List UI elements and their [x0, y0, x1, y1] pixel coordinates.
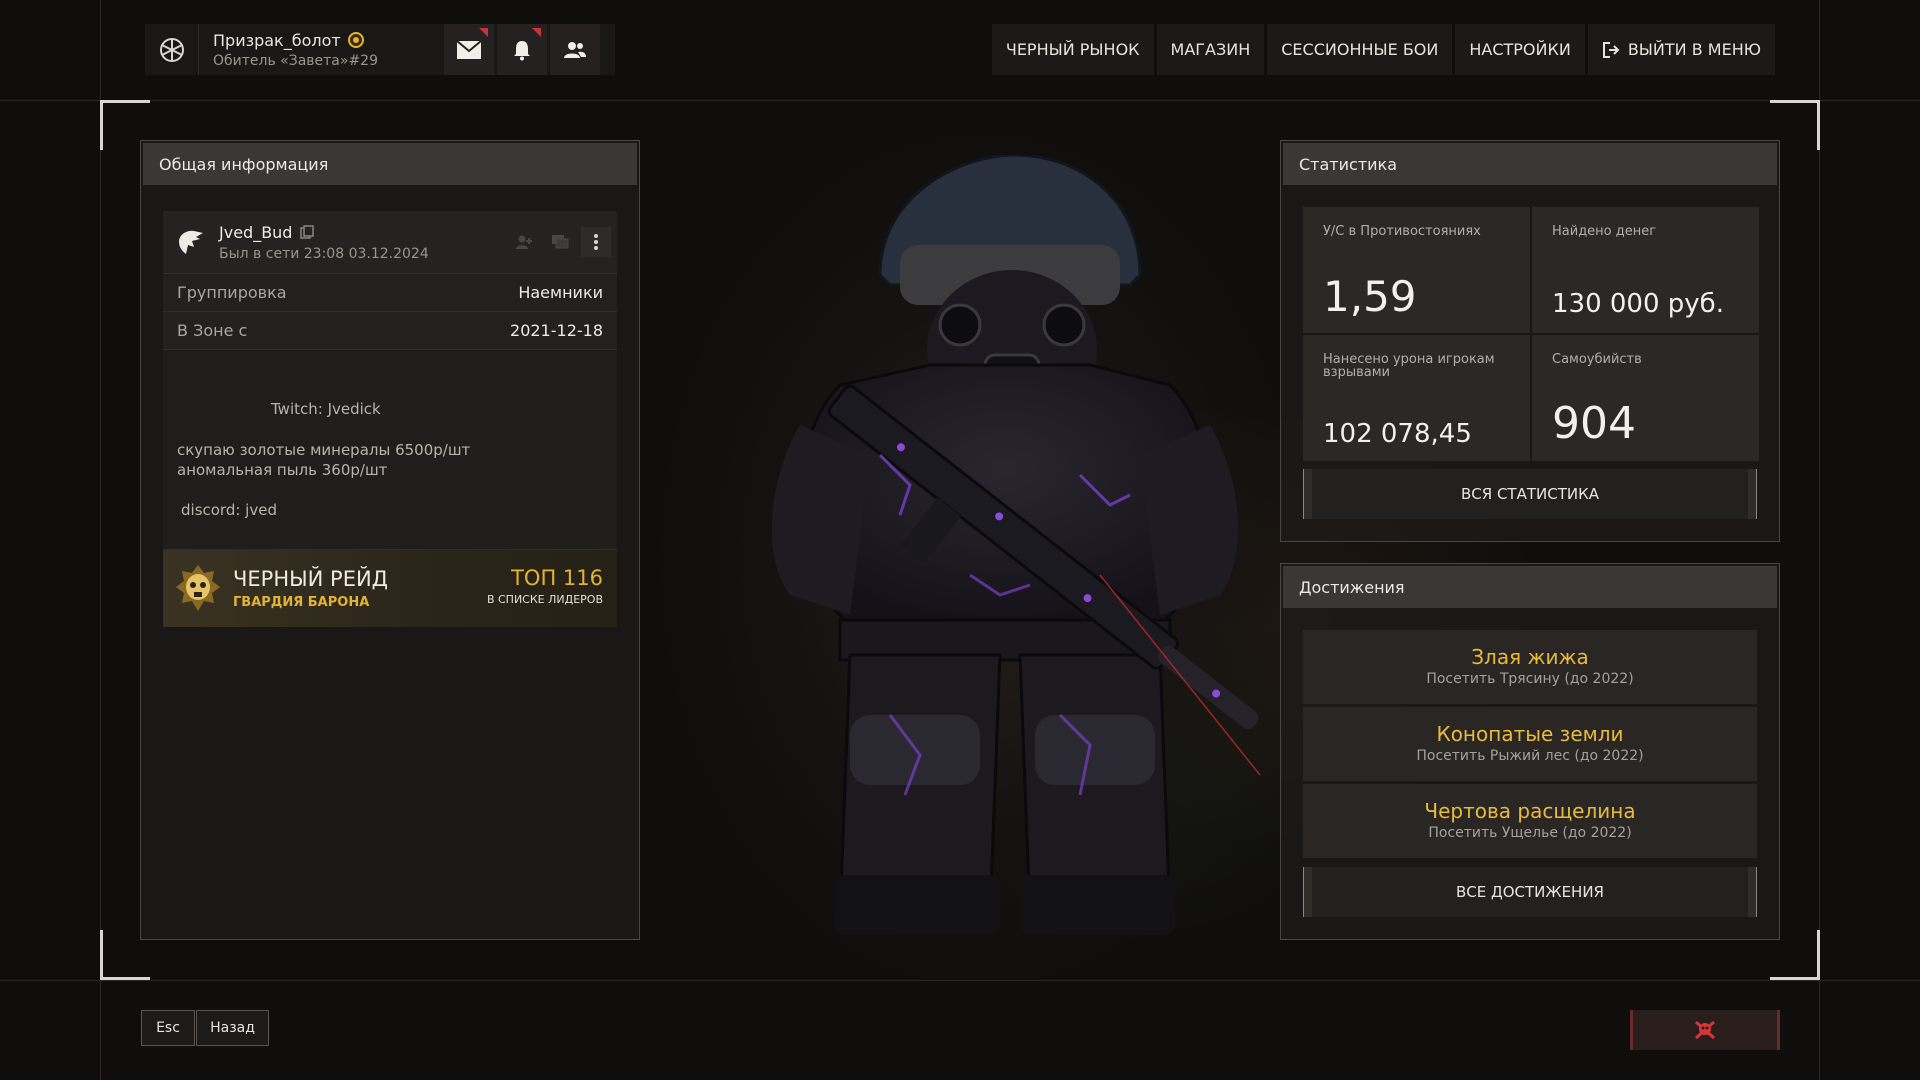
bell-icon	[514, 40, 530, 60]
nav-shop[interactable]: МАГАЗИН	[1156, 24, 1265, 75]
faction-emblem-icon	[163, 211, 219, 273]
nav-exit-label: ВЫЙТИ В МЕНЮ	[1627, 40, 1761, 59]
character-model[interactable]	[730, 155, 1290, 965]
last-seen: Был в сети 23:08 03.12.2024	[219, 245, 429, 262]
username-row: Jved_Bud	[219, 223, 509, 242]
friends-icon	[564, 41, 586, 58]
stat-money-cell: Найдено денег 130 000 руб.	[1532, 207, 1759, 333]
stat-explosion-damage-cell: Нанесено урона игрокам взрывами 102 078,…	[1303, 335, 1530, 461]
stat-suicides-label: Самоубийств	[1552, 352, 1642, 367]
statistics-title: Статистика	[1283, 143, 1777, 185]
frame-left-line	[100, 0, 101, 1080]
add-friend-icon	[516, 235, 532, 249]
stat-suicides-cell: Самоубийств 904	[1532, 335, 1759, 461]
quit-game-button[interactable]	[1630, 1010, 1780, 1050]
statistics-grid: У/С в Противостояниях 1,59 Найдено денег…	[1303, 207, 1759, 461]
faction-label: Группировка	[177, 283, 287, 302]
raid-title: ЧЕРНЫЙ РЕЙД	[233, 567, 389, 591]
nav-black-market[interactable]: ЧЕРНЫЙ РЫНОК	[991, 24, 1154, 75]
username: Jved_Bud	[219, 222, 293, 242]
achievement-item[interactable]: Злая жижа Посетить Трясину (до 2022)	[1303, 630, 1757, 704]
all-achievements-button[interactable]: ВСЕ ДОСТИЖЕНИЯ	[1303, 867, 1757, 917]
user-header-row: Jved_Bud Был в сети 23:08 03.12.2024	[163, 211, 617, 273]
raid-skull-emblem-icon	[163, 561, 233, 617]
achievements-title: Достижения	[1283, 566, 1777, 608]
profile-name-row: Призрак_болот	[213, 31, 441, 50]
achievement-title: Злая жижа	[1471, 645, 1589, 669]
bio-line-1: скупаю золотые минералы 6500р/шт	[177, 441, 471, 459]
player-bio: Twitch: Jvedick скупаю золотые минералы …	[163, 349, 617, 549]
notification-alert-indicator	[532, 28, 541, 37]
mail-button[interactable]	[444, 24, 494, 75]
achievements-panel: Достижения Злая жижа Посетить Трясину (д…	[1280, 563, 1780, 940]
achievement-title: Чертова расщелина	[1424, 799, 1636, 823]
raid-rank-label: В СПИСКЕ ЛИДЕРОВ	[486, 593, 603, 606]
exit-icon	[1602, 41, 1620, 58]
stat-kd-value: 1,59	[1323, 272, 1417, 321]
stat-money-label: Найдено денег	[1552, 224, 1657, 239]
message-button[interactable]	[545, 227, 575, 257]
stat-kd-label: У/С в Противостояниях	[1323, 224, 1481, 239]
achievement-item[interactable]: Чертова расщелина Посетить Ущелье (до 20…	[1303, 784, 1757, 858]
more-options-button[interactable]	[581, 227, 611, 257]
mail-icon	[456, 39, 482, 59]
copy-icon[interactable]	[300, 225, 315, 239]
profile-clan: Обитель «Завета»#29	[213, 52, 378, 69]
user-card: Jved_Bud Был в сети 23:08 03.12.2024 Гру…	[163, 211, 617, 627]
stat-money-value: 130 000 руб.	[1552, 289, 1724, 319]
black-raid-banner[interactable]: ЧЕРНЫЙ РЕЙД ГВАРДИЯ БАРОНА ТОП 116 В СПИ…	[163, 549, 617, 627]
bottom-divider	[0, 980, 1920, 981]
bio-twitch: Twitch: Jvedick	[271, 400, 381, 418]
back-button[interactable]: Назад	[196, 1010, 269, 1046]
bio-discord: discord: jved	[181, 501, 277, 519]
nav-settings[interactable]: НАСТРОЙКИ	[1455, 24, 1585, 75]
frame-right-line	[1819, 0, 1820, 1080]
zone-since-row: В Зоне с 2021-12-18	[163, 311, 617, 349]
topbar-divider	[0, 100, 1920, 101]
player-profile-bar: Призрак_болот Обитель «Завета»#29	[145, 24, 615, 75]
stat-kd-cell: У/С в Противостояниях 1,59	[1303, 207, 1530, 333]
bio-line-2: аномальная пыль 360р/шт	[177, 461, 388, 479]
faction-value: Наемники	[518, 283, 603, 302]
notifications-button[interactable]	[497, 24, 547, 75]
achievement-desc: Посетить Трясину (до 2022)	[1426, 671, 1634, 687]
add-friend-button[interactable]	[509, 227, 539, 257]
statistics-panel: Статистика У/С в Противостояниях 1,59 На…	[1280, 140, 1780, 542]
zone-since-label: В Зоне с	[177, 321, 248, 340]
achievement-desc: Посетить Рыжий лес (до 2022)	[1416, 748, 1644, 764]
achievement-title: Конопатые земли	[1436, 722, 1624, 746]
chat-icon	[552, 235, 569, 249]
friends-button[interactable]	[550, 24, 600, 75]
mail-alert-indicator	[479, 28, 488, 37]
main-navigation: ЧЕРНЫЙ РЫНОК МАГАЗИН СЕССИОННЫЕ БОИ НАСТ…	[991, 24, 1775, 75]
achievement-desc: Посетить Ущелье (до 2022)	[1428, 825, 1632, 841]
all-statistics-button[interactable]: ВСЯ СТАТИСТИКА	[1303, 469, 1757, 519]
skull-crossbones-icon	[1695, 1020, 1715, 1040]
faction-row: Группировка Наемники	[163, 273, 617, 311]
rank-badge-icon	[347, 32, 364, 48]
game-logo-icon[interactable]	[145, 24, 199, 75]
profile-name: Призрак_болот	[213, 30, 341, 50]
general-info-title: Общая информация	[143, 143, 637, 185]
esc-key-button[interactable]: Esc	[141, 1010, 195, 1046]
nav-exit-to-menu[interactable]: ВЫЙТИ В МЕНЮ	[1587, 24, 1775, 75]
achievement-item[interactable]: Конопатые земли Посетить Рыжий лес (до 2…	[1303, 707, 1757, 781]
more-vertical-icon	[594, 234, 598, 250]
zone-since-value: 2021-12-18	[510, 321, 603, 340]
stat-explosion-damage-value: 102 078,45	[1323, 419, 1472, 449]
general-info-panel: Общая информация Jved_Bud Был в сети 23:…	[140, 140, 640, 940]
raid-subtitle: ГВАРДИЯ БАРОНА	[233, 595, 370, 610]
nav-session-battles[interactable]: СЕССИОННЫЕ БОИ	[1267, 24, 1453, 75]
stat-suicides-value: 904	[1552, 398, 1636, 449]
raid-rank: ТОП 116	[511, 566, 603, 590]
stat-explosion-damage-label: Нанесено урона игрокам взрывами	[1323, 352, 1495, 380]
